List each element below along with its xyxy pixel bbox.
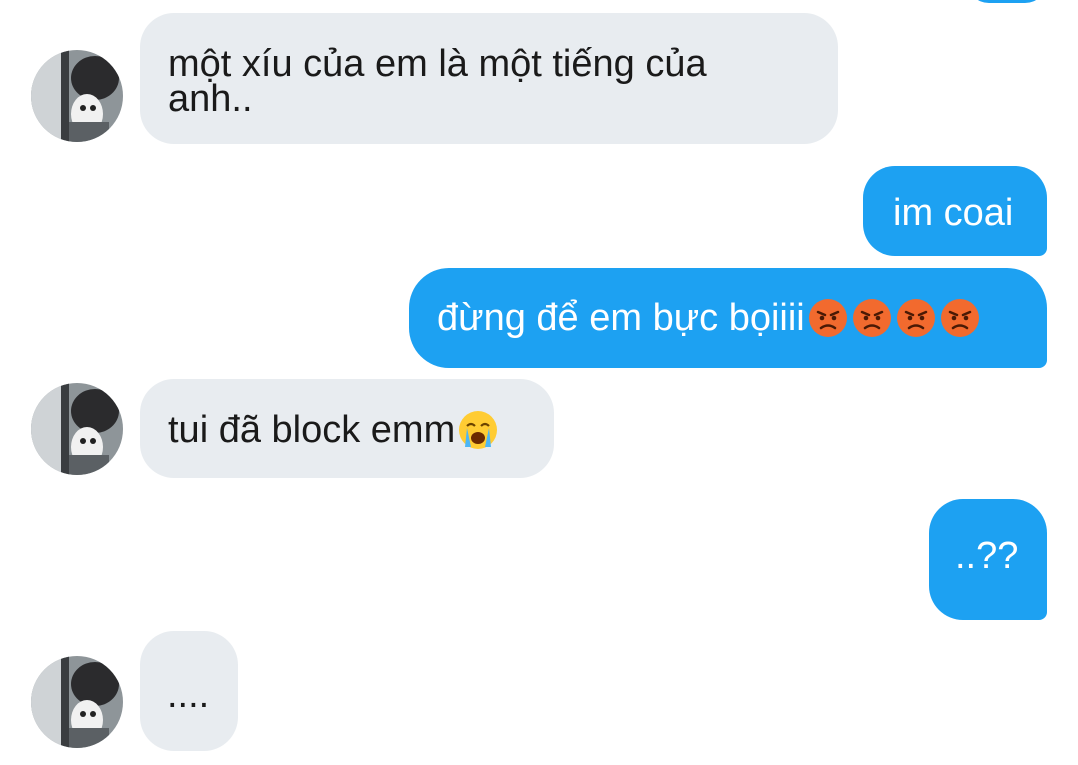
angry-face-icon (808, 299, 847, 337)
incoming-message-bubble[interactable]: tui đã block emm (140, 379, 554, 478)
outgoing-message-bubble[interactable]: đừng để em bực bọiiii (409, 268, 1047, 368)
chat-thread: một xíu của em là một tiếng của anh.. im… (0, 0, 1078, 765)
outgoing-message-bubble[interactable]: ..?? (929, 499, 1047, 620)
message-text: im coai (893, 192, 1014, 234)
emoji-group (807, 297, 981, 339)
incoming-message-bubble[interactable]: .... (140, 631, 238, 751)
message-text: tui đã block emm (168, 409, 456, 451)
contact-avatar[interactable] (31, 656, 123, 748)
message-text: ..?? (955, 535, 1019, 577)
crying-face-icon (459, 411, 498, 449)
angry-face-icon (852, 299, 891, 337)
incoming-message-bubble[interactable]: một xíu của em là một tiếng của anh.. (140, 13, 838, 144)
outgoing-message-bubble[interactable]: im coai (863, 166, 1047, 256)
message-text: một xíu của em là một tiếng của (168, 43, 707, 85)
contact-avatar[interactable] (31, 50, 123, 142)
previous-message-bubble (967, 0, 1047, 3)
message-text: .... (167, 674, 210, 716)
angry-face-icon (940, 299, 979, 337)
message-text: anh.. (168, 78, 253, 120)
contact-avatar[interactable] (31, 383, 123, 475)
message-text: đừng để em bực bọiiii (437, 297, 805, 339)
angry-face-icon (896, 299, 935, 337)
